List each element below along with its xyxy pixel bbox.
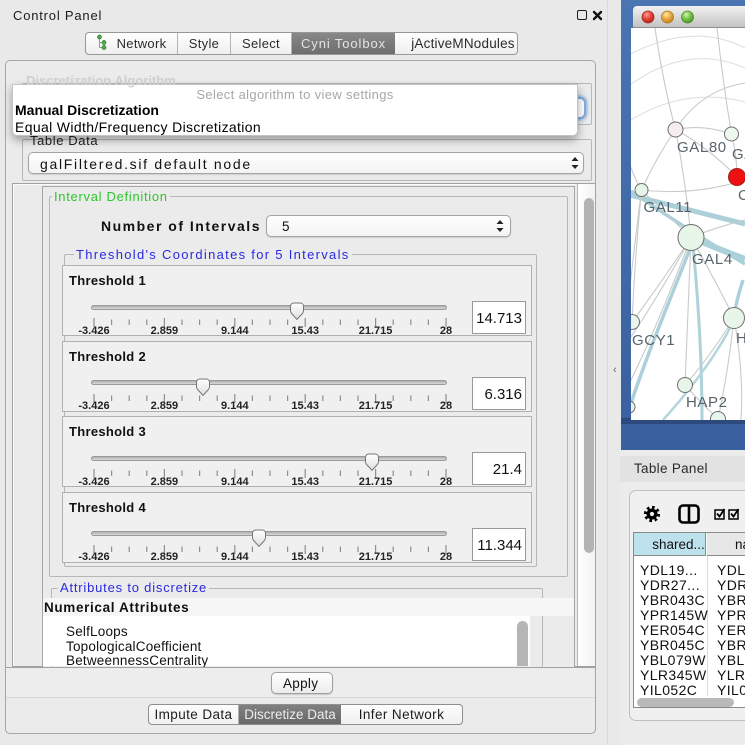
svg-text:GAL11: GAL11 bbox=[644, 199, 693, 216]
svg-text:HAP2: HAP2 bbox=[686, 394, 728, 411]
svg-text:GA: GA bbox=[732, 146, 745, 163]
svg-text:C: C bbox=[738, 187, 745, 204]
svg-text:GAL4: GAL4 bbox=[692, 251, 733, 268]
svg-text:GCY1: GCY1 bbox=[632, 332, 675, 349]
svg-text:H: H bbox=[736, 330, 745, 347]
svg-text:GAL80: GAL80 bbox=[677, 139, 727, 156]
